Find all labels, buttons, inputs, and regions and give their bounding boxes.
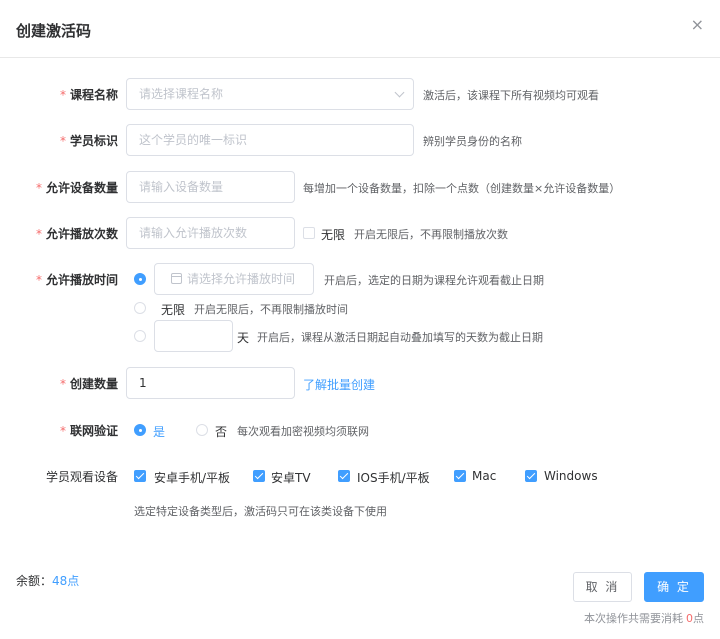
network-label: * 联网验证 [59,424,118,438]
devices-input[interactable]: 请输入设备数量 [126,171,295,203]
play-time-unlimited-hint: 开启无限后，不再限制播放时间 [194,303,348,316]
course-select[interactable]: 请选择课程名称 [126,78,414,110]
device-checkbox[interactable] [253,470,265,482]
cost-info: 本次操作共需要消耗 0点 [584,612,704,625]
required-mark: * [59,88,66,102]
close-icon[interactable]: × [691,16,704,34]
plays-label: * 允许播放次数 [35,227,118,241]
network-yes-radio[interactable] [134,424,146,436]
play-time-label: * 允许播放时间 [35,273,118,287]
play-time-unlimited-radio[interactable] [134,302,146,314]
watch-devices-label: 学员观看设备 [45,470,118,484]
cancel-button[interactable]: 取 消 [573,572,632,602]
plays-hint: 开启无限后，不再限制播放次数 [354,228,508,241]
play-time-days-row: 天 开启后，课程从激活日期起自动叠加填写的天数为截止日期 [0,320,720,352]
course-label: * 课程名称 [59,88,118,102]
batch-create-link[interactable]: 了解批量创建 [303,376,375,393]
dialog-header: 创建激活码 × [0,0,720,58]
device-label[interactable]: IOS手机/平板 [357,469,430,486]
device-checkbox[interactable] [525,470,537,482]
required-mark: * [35,181,42,195]
calendar-icon [171,273,182,284]
chevron-down-icon [394,87,405,98]
device-label[interactable]: 安卓手机/平板 [154,469,230,486]
device-checkbox[interactable] [134,470,146,482]
network-row: * 联网验证 是 否 每次观看加密视频均须联网 [0,414,720,446]
required-mark: * [59,134,66,148]
quantity-row: * 创建数量 1 了解批量创建 [0,367,720,399]
device-label[interactable]: Mac [472,469,496,483]
play-time-date-picker[interactable]: 请选择允许播放时间 [154,263,314,295]
student-label: * 学员标识 [59,134,118,148]
device-label[interactable]: 安卓TV [271,469,311,486]
required-mark: * [59,377,66,391]
device-label[interactable]: Windows [544,469,598,483]
course-hint: 激活后，该课程下所有视频均可观看 [423,89,599,102]
network-yes-label[interactable]: 是 [153,423,165,440]
quantity-label: * 创建数量 [59,377,118,391]
play-time-days-input[interactable] [154,320,233,352]
balance: 余额：48点 [16,572,79,589]
plays-input[interactable]: 请输入允许播放次数 [126,217,295,249]
balance-label: 余额： [16,574,53,588]
student-row: * 学员标识 这个学员的唯一标识 辨别学员身份的名称 [0,124,720,156]
network-hint: 每次观看加密视频均须联网 [237,425,369,438]
device-checkbox[interactable] [338,470,350,482]
network-no-radio[interactable] [196,424,208,436]
network-no-label[interactable]: 否 [215,423,227,440]
plays-row: * 允许播放次数 请输入允许播放次数 无限 开启无限后，不再限制播放次数 [0,217,720,249]
quantity-input[interactable]: 1 [126,367,295,399]
required-mark: * [35,273,42,287]
devices-hint: 每增加一个设备数量，扣除一个点数（创建数量×允许设备数量） [303,182,621,195]
watch-devices-row: 学员观看设备 安卓手机/平板 安卓TV IOS手机/平板 Mac Windows [0,460,720,492]
required-mark: * [59,424,66,438]
student-hint: 辨别学员身份的名称 [423,135,522,148]
play-time-unlimited-label[interactable]: 无限 [161,301,185,318]
unlimited-plays-label[interactable]: 无限 [321,226,345,243]
student-input[interactable]: 这个学员的唯一标识 [126,124,414,156]
play-time-days-hint: 开启后，课程从激活日期起自动叠加填写的天数为截止日期 [257,331,543,344]
play-time-date-hint: 开启后，选定的日期为课程允许观看截止日期 [324,274,544,287]
confirm-button[interactable]: 确 定 [644,572,704,602]
unlimited-plays-checkbox[interactable] [303,227,315,239]
days-unit: 天 [237,331,250,345]
device-checkbox[interactable] [454,470,466,482]
dialog-title: 创建激活码 [16,22,92,40]
balance-value: 48点 [52,574,80,588]
play-time-date-radio[interactable] [134,273,146,285]
devices-row: * 允许设备数量 请输入设备数量 每增加一个设备数量，扣除一个点数（创建数量×允许… [0,171,720,203]
play-time-days-radio[interactable] [134,330,146,342]
watch-devices-hint: 选定特定设备类型后，激活码只可在该类设备下使用 [134,505,387,518]
devices-label: * 允许设备数量 [35,181,118,195]
play-time-row: * 允许播放时间 请选择允许播放时间 开启后，选定的日期为课程允许观看截止日期 [0,263,720,295]
course-row: * 课程名称 请选择课程名称 激活后，该课程下所有视频均可观看 [0,78,720,110]
cost-value: 0 [686,612,693,625]
required-mark: * [35,227,42,241]
